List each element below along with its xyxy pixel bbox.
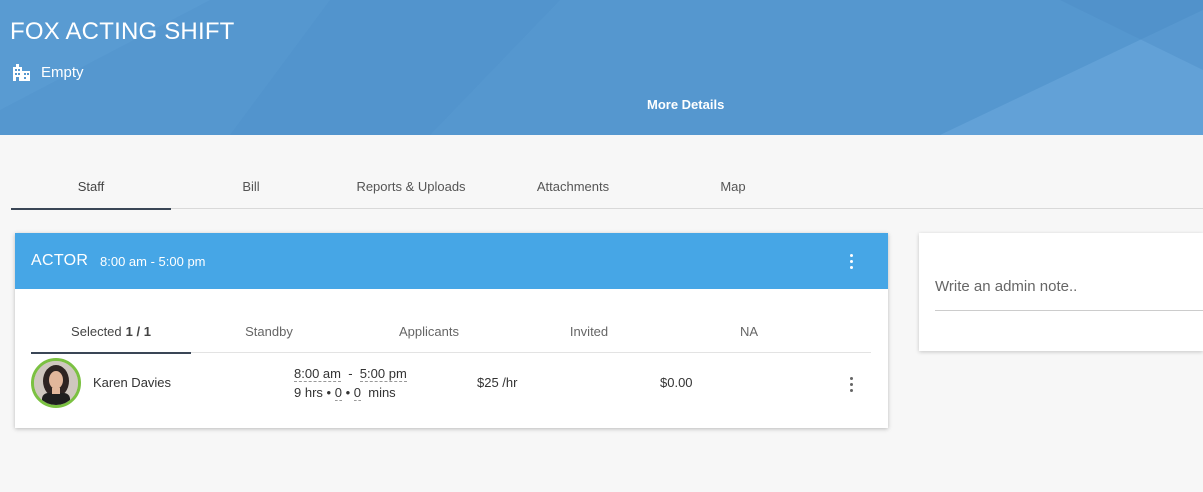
tab-invited[interactable]: Invited <box>509 309 669 353</box>
duration-minutes-b[interactable]: 0 <box>353 385 361 401</box>
position-header: ACTOR 8:00 am - 5:00 pm <box>15 233 888 289</box>
time-separator: - <box>348 366 353 381</box>
staff-rate: $25 /hr <box>477 375 518 390</box>
position-shift-time: 8:00 am - 5:00 pm <box>100 254 206 269</box>
start-time[interactable]: 8:00 am <box>294 366 341 382</box>
shift-title: FOX ACTING SHIFT <box>10 18 235 45</box>
admin-note-card <box>919 233 1203 351</box>
tab-na[interactable]: NA <box>669 309 829 353</box>
venue-name: Empty <box>41 64 84 81</box>
staff-time-range: 8:00 am - 5:00 pm <box>294 366 407 382</box>
tab-staff[interactable]: Staff <box>11 163 171 210</box>
main-tabs: Staff Bill Reports & Uploads Attachments… <box>11 163 1203 210</box>
tab-attachments[interactable]: Attachments <box>493 163 653 209</box>
tab-selected[interactable]: Selected 1 / 1 <box>31 309 191 354</box>
more-details-link[interactable]: More Details <box>647 97 724 112</box>
avatar-image <box>34 361 78 405</box>
staff-row: Karen Davies 8:00 am - 5:00 pm 9 hrs • 0… <box>15 353 888 413</box>
duration-dot: • <box>326 385 332 400</box>
duration-dot: • <box>345 385 351 400</box>
venue-info: Empty <box>12 64 84 81</box>
building-icon <box>13 64 30 81</box>
staff-name[interactable]: Karen Davies <box>93 375 171 390</box>
tab-selected-label: Selected <box>71 323 122 339</box>
staff-menu-icon[interactable] <box>841 374 861 394</box>
position-menu-icon[interactable] <box>841 251 861 271</box>
tab-standby[interactable]: Standby <box>189 309 349 353</box>
tab-bill[interactable]: Bill <box>171 163 331 209</box>
staff-duration: 9 hrs • 0 • 0 mins <box>294 385 396 401</box>
end-time[interactable]: 5:00 pm <box>359 366 407 382</box>
position-role: ACTOR <box>31 252 89 269</box>
tab-selected-count: 1 / 1 <box>125 323 151 339</box>
duration-minutes-a[interactable]: 0 <box>334 385 342 401</box>
tab-reports-uploads[interactable]: Reports & Uploads <box>331 163 491 209</box>
shift-header-banner: FOX ACTING SHIFT Empty More Details <box>0 0 1203 135</box>
staff-avatar[interactable] <box>31 358 81 408</box>
duration-mins-label: mins <box>368 385 396 400</box>
admin-note-input[interactable] <box>935 263 1203 311</box>
staff-amount: $0.00 <box>660 375 693 390</box>
staff-status-tabs: Selected 1 / 1 Standby Applicants Invite… <box>31 309 871 354</box>
position-card: ACTOR 8:00 am - 5:00 pm Selected 1 / 1 S… <box>15 233 888 428</box>
tab-map[interactable]: Map <box>653 163 813 209</box>
duration-hours: 9 hrs <box>294 385 323 400</box>
tab-applicants[interactable]: Applicants <box>349 309 509 353</box>
